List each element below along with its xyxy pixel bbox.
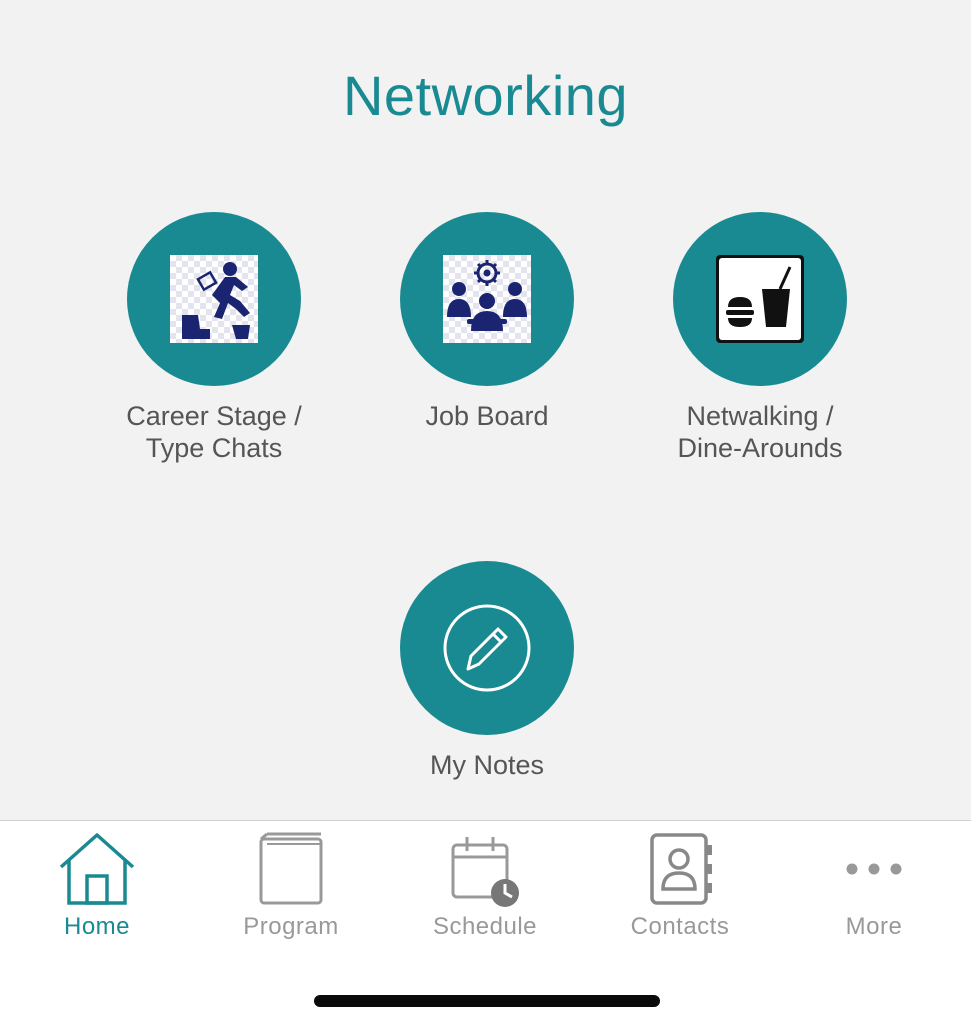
tile-label: My Notes (429, 750, 545, 780)
tab-label: More (845, 913, 903, 940)
contact-book-icon (650, 833, 712, 905)
tile-label: Career Stage / Type Chats (126, 401, 302, 463)
meeting-gear-icon (443, 255, 531, 343)
page-title: Networking (342, 64, 629, 127)
tab-schedule[interactable]: Schedule (388, 829, 582, 941)
pencil-icon (443, 604, 531, 692)
tile-circle[interactable] (673, 212, 847, 386)
tab-label: Schedule (432, 913, 538, 940)
tile-job-board[interactable]: Job Board (357, 212, 617, 432)
tile-career-stage[interactable]: Career Stage / Type Chats (84, 212, 344, 464)
book-icon (259, 832, 323, 905)
tile-netwalking[interactable]: Netwalking / Dine-Arounds (630, 212, 890, 464)
more-dots-icon (846, 863, 902, 875)
tab-more[interactable]: More (777, 829, 971, 941)
tab-label: Program (243, 913, 339, 940)
tab-program[interactable]: Program (194, 829, 388, 941)
tab-label: Contacts (630, 913, 730, 940)
tile-circle[interactable] (400, 212, 574, 386)
tile-circle[interactable] (127, 212, 301, 386)
tile-label: Job Board (425, 401, 549, 431)
home-icon (59, 833, 135, 905)
tile-circle[interactable] (400, 561, 574, 735)
tab-home[interactable]: Home (0, 829, 194, 941)
career-climb-icon (170, 255, 258, 343)
tile-my-notes[interactable]: My Notes (357, 561, 617, 781)
home-indicator (314, 995, 660, 1007)
tab-contacts[interactable]: Contacts (583, 829, 777, 941)
tab-label: Home (63, 913, 131, 940)
burger-drink-icon (716, 255, 804, 343)
tile-label: Netwalking / Dine-Arounds (677, 401, 843, 463)
calendar-clock-icon (451, 837, 519, 907)
